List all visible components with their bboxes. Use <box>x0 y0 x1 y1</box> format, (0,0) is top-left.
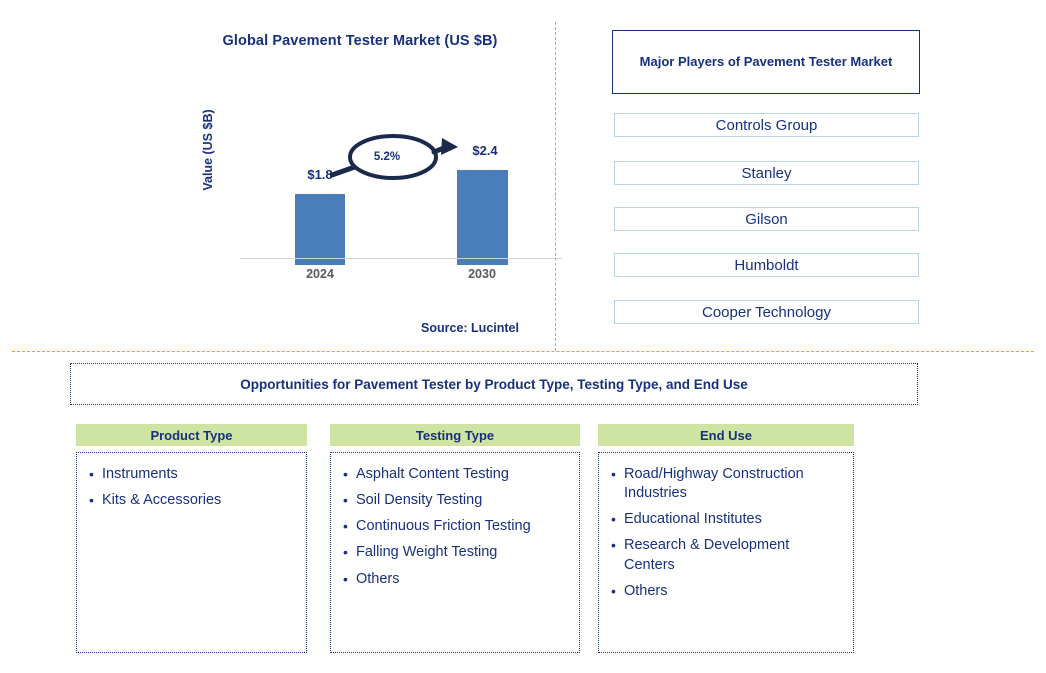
horizontal-divider <box>12 351 1034 352</box>
bar-2024 <box>295 194 345 265</box>
list-item: Road/Highway Construction Industries <box>611 465 843 503</box>
list-item: Continuous Friction Testing <box>343 517 569 536</box>
major-players-panel: Major Players of Pavement Tester Market … <box>612 30 920 324</box>
source-label: Source: Lucintel <box>421 321 519 335</box>
major-players-title: Major Players of Pavement Tester Market <box>612 30 920 94</box>
player-label: Stanley <box>741 164 792 182</box>
list-item: Educational Institutes <box>611 510 843 529</box>
player-item-humboldt[interactable]: Humboldt <box>614 253 919 277</box>
bar-2030 <box>457 170 508 265</box>
cagr-value: 5.2% <box>373 151 401 163</box>
market-chart-panel: Global Pavement Tester Market (US $B) Va… <box>160 25 562 305</box>
list-item: Others <box>611 582 843 601</box>
player-item-gilson[interactable]: Gilson <box>614 207 919 231</box>
segment-box-product-type: Instruments Kits & Accessories <box>76 452 307 653</box>
player-label: Controls Group <box>715 116 818 134</box>
segment-list-product-type: Instruments Kits & Accessories <box>89 465 296 510</box>
player-label: Humboldt <box>734 256 799 274</box>
player-item-cooper-technology[interactable]: Cooper Technology <box>614 300 919 324</box>
player-label: Cooper Technology <box>702 303 831 321</box>
list-item: Asphalt Content Testing <box>343 465 569 484</box>
player-item-stanley[interactable]: Stanley <box>614 161 919 185</box>
bar-value-2030: $2.4 <box>472 143 498 158</box>
list-item: Instruments <box>89 465 296 484</box>
segment-header-testing-type: Testing Type <box>330 424 580 446</box>
list-item: Falling Weight Testing <box>343 543 569 562</box>
list-item: Others <box>343 570 569 589</box>
list-item: Soil Density Testing <box>343 491 569 510</box>
chart-x-axis-line <box>240 258 562 259</box>
opportunities-banner: Opportunities for Pavement Tester by Pro… <box>70 363 918 405</box>
list-item: Research & Development Centers <box>611 536 843 574</box>
segment-box-testing-type: Asphalt Content Testing Soil Density Tes… <box>330 452 580 653</box>
x-tick-2024: 2024 <box>306 267 334 281</box>
infographic-canvas: Global Pavement Tester Market (US $B) Va… <box>0 0 1046 673</box>
segment-header-product-type: Product Type <box>76 424 307 446</box>
segment-header-end-use: End Use <box>598 424 854 446</box>
vertical-divider <box>555 22 556 351</box>
segment-box-end-use: Road/Highway Construction Industries Edu… <box>598 452 854 653</box>
list-item: Kits & Accessories <box>89 491 296 510</box>
chart-plot-area: $1.8 $2.4 5.2% 2024 2030 <box>200 45 562 281</box>
x-tick-2030: 2030 <box>468 267 496 281</box>
segment-list-end-use: Road/Highway Construction Industries Edu… <box>611 465 843 601</box>
player-label: Gilson <box>745 210 788 228</box>
player-item-controls-group[interactable]: Controls Group <box>614 113 919 137</box>
segment-list-testing-type: Asphalt Content Testing Soil Density Tes… <box>343 465 569 589</box>
